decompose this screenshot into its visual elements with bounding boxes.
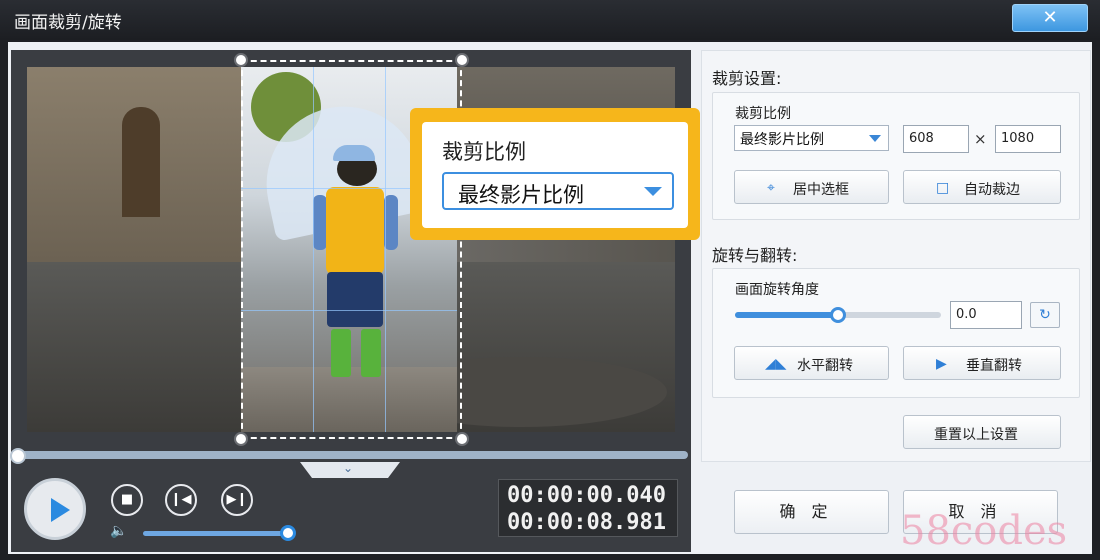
callout-ratio-select[interactable]: 最终影片比例 <box>442 172 674 210</box>
times-symbol: × <box>974 130 987 148</box>
callout-ratio-label: 裁剪比例 <box>442 140 526 164</box>
reset-settings-label: 重置以上设置 <box>934 427 1018 443</box>
center-box-label: 居中选框 <box>793 182 849 198</box>
close-button[interactable]: ✕ <box>1012 4 1088 32</box>
auto-crop-label: 自动裁边 <box>964 182 1020 198</box>
play-icon <box>51 498 70 522</box>
total-time: 00:00:08.981 <box>507 510 666 535</box>
rotation-slider-fill <box>735 312 837 318</box>
next-frame-button[interactable]: ▶❙ <box>221 484 253 516</box>
auto-crop-icon: □ <box>936 180 950 196</box>
play-button[interactable] <box>24 478 86 540</box>
title-bar: 画面裁剪/旋转 ✕ <box>0 0 1100 40</box>
prev-frame-icon: ❙◀ <box>170 492 192 507</box>
close-icon: ✕ <box>1042 7 1058 28</box>
callout-ratio-value: 最终影片比例 <box>458 183 584 207</box>
center-box-icon: ⌖ <box>767 180 775 196</box>
time-display: 00:00:00.040 00:00:08.981 <box>498 479 678 537</box>
crop-ratio-label: 裁剪比例 <box>735 106 791 122</box>
watermark: 58codes <box>900 508 1068 554</box>
reset-settings-button[interactable]: 重置以上设置 <box>903 415 1061 449</box>
current-time: 00:00:00.040 <box>507 483 666 508</box>
crop-handle-bottom-right[interactable] <box>455 432 469 446</box>
prev-frame-button[interactable]: ❙◀ <box>165 484 197 516</box>
chevron-down-icon <box>644 187 662 196</box>
flip-vertical-icon: ▶ <box>936 356 947 372</box>
crop-handle-bottom-left[interactable] <box>234 432 248 446</box>
rotate-icon: ↻ <box>1039 307 1051 323</box>
flip-horizontal-label: 水平翻转 <box>797 358 853 374</box>
stop-icon: ■ <box>120 492 134 507</box>
scene-door <box>122 107 160 217</box>
volume-knob[interactable] <box>280 525 296 541</box>
next-frame-icon: ▶❙ <box>226 492 248 507</box>
ok-button[interactable]: 确定 <box>734 490 889 534</box>
flip-horizontal-icon: ◢◣ <box>765 356 787 372</box>
rotation-angle-input[interactable]: 0.0 <box>950 301 1022 329</box>
crop-width-input[interactable]: 608 <box>903 125 969 153</box>
crop-height-input[interactable]: 1080 <box>995 125 1061 153</box>
stop-button[interactable]: ■ <box>111 484 143 516</box>
center-box-button[interactable]: ⌖ 居中选框 <box>734 170 889 204</box>
timeline-track[interactable] <box>14 451 688 459</box>
crop-handle-top-left[interactable] <box>234 53 248 67</box>
flip-horizontal-button[interactable]: ◢◣ 水平翻转 <box>734 346 889 380</box>
rotation-slider-knob[interactable] <box>830 307 846 323</box>
volume-icon[interactable]: 🔈 <box>110 523 127 539</box>
crop-section-title: 裁剪设置: <box>712 69 782 88</box>
flip-vertical-label: 垂直翻转 <box>966 358 1022 374</box>
auto-crop-button[interactable]: □ 自动裁边 <box>903 170 1061 204</box>
rotate-button[interactable]: ↻ <box>1030 302 1060 328</box>
chevron-down-icon[interactable]: ⌄ <box>343 461 353 475</box>
window-title: 画面裁剪/旋转 <box>14 13 122 33</box>
volume-slider[interactable] <box>143 531 288 536</box>
crop-ratio-select[interactable]: 最终影片比例 <box>734 125 889 151</box>
timeline-knob[interactable] <box>10 448 26 464</box>
flip-vertical-button[interactable]: ▶ 垂直翻转 <box>903 346 1061 380</box>
crop-ratio-value: 最终影片比例 <box>740 132 824 148</box>
rotate-section-title: 旋转与翻转: <box>712 246 798 265</box>
crop-handle-top-right[interactable] <box>455 53 469 67</box>
chevron-down-icon <box>869 135 881 142</box>
rotation-angle-label: 画面旋转角度 <box>735 282 819 298</box>
